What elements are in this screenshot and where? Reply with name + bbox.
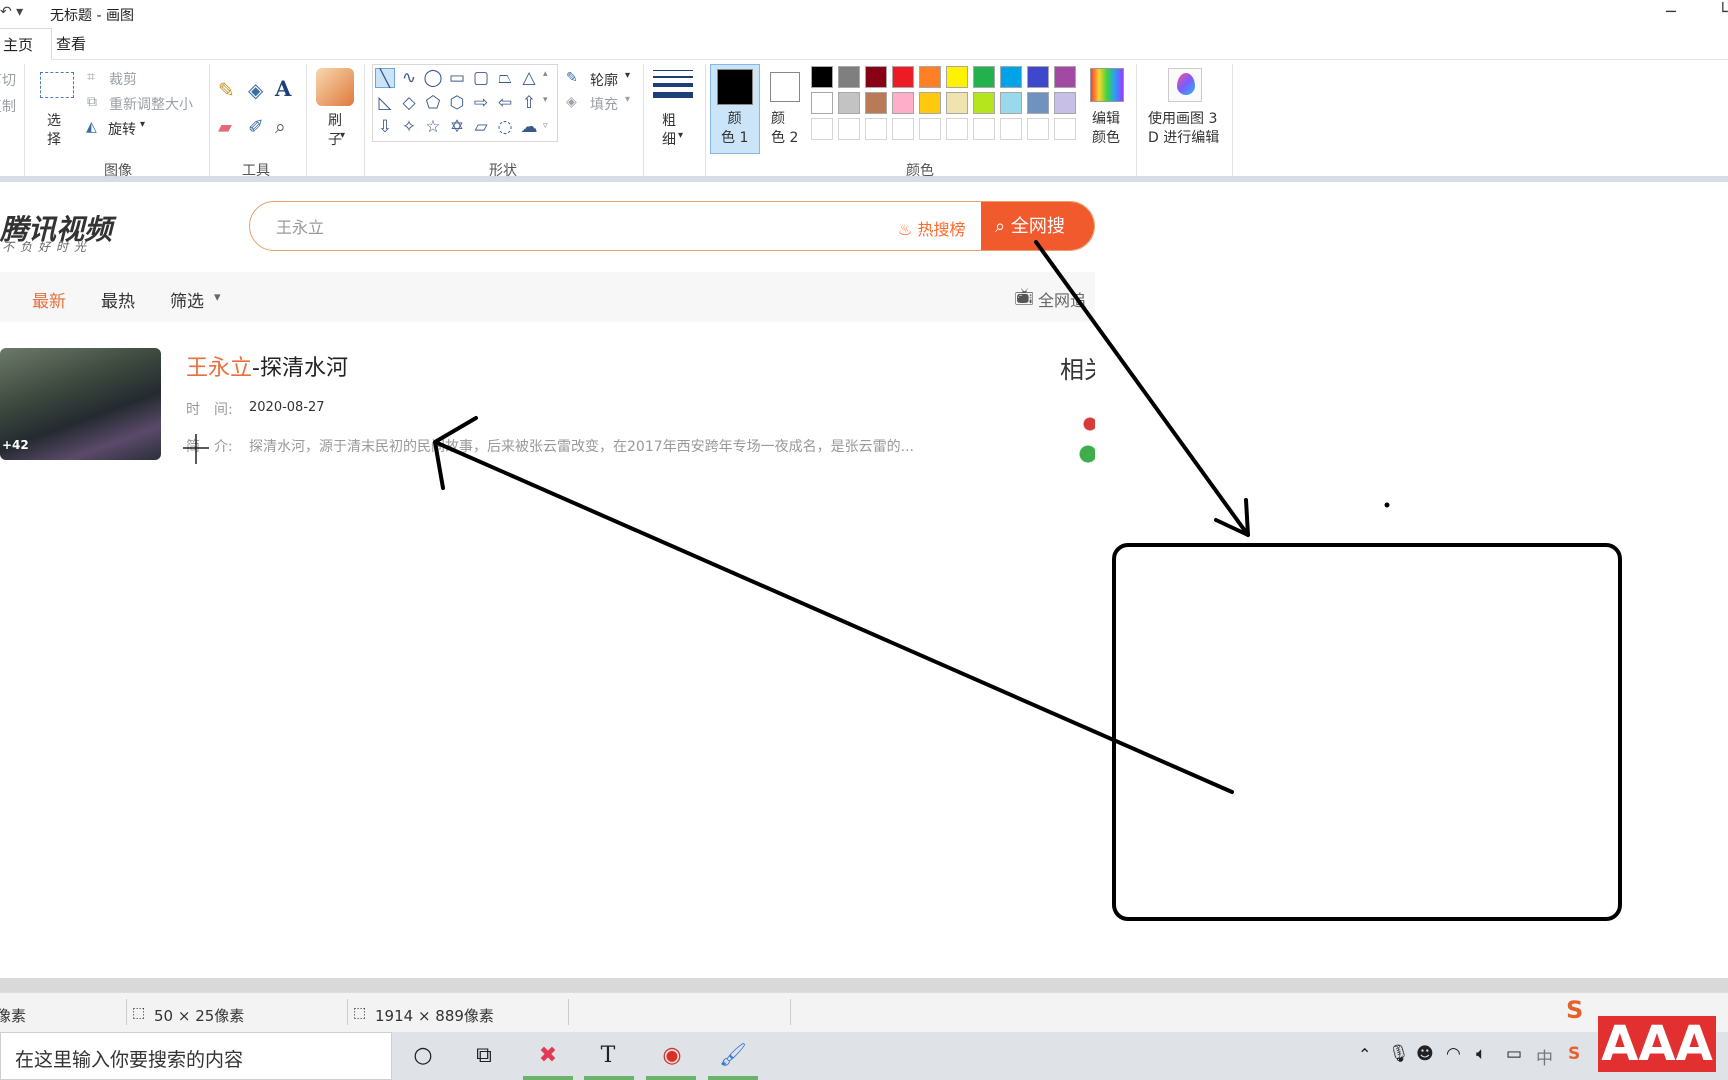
selection-icon: ⬚ [132, 1005, 146, 1021]
app-running-indicator [708, 1076, 758, 1080]
sogou-floating-icon[interactable]: S [1566, 996, 1583, 1024]
separator [568, 999, 569, 1025]
ime-indicator[interactable]: 中 [1536, 1044, 1553, 1069]
taskbar-search[interactable]: 在这里输入你要搜索的内容 [0, 1032, 392, 1080]
canvas-size: 1914 × 889像素 [375, 1007, 494, 1025]
cursor-position: 像素 [0, 1007, 27, 1025]
wifi-icon[interactable]: ◠ [1446, 1044, 1461, 1064]
task-view-icon[interactable]: ⧉ [466, 1040, 502, 1072]
taskbar: 在这里输入你要搜索的内容 ○ ⧉ ✖ T ◉ 🖌︎ ⌃ 🎙︎ ☻ ◠ 🔈︎ ▭ … [0, 1032, 1728, 1080]
arrow-line-down[interactable] [1034, 240, 1250, 537]
separator [347, 999, 348, 1025]
canvas-size-icon: ⬚ [353, 1005, 367, 1021]
drawn-rectangle[interactable] [1112, 543, 1622, 921]
microphone-icon[interactable]: 🎙︎ [1388, 1044, 1410, 1064]
drawing-layer [183, 240, 1622, 921]
chrome-app-icon[interactable]: ◉ [654, 1040, 690, 1072]
volume-icon[interactable]: 🔈︎ [1476, 1044, 1486, 1064]
cortana-icon[interactable]: ○ [405, 1040, 441, 1072]
app-running-indicator [523, 1076, 573, 1080]
paint-app-icon[interactable]: 🖌︎ [715, 1040, 751, 1072]
typora-app-icon[interactable]: T [590, 1040, 626, 1072]
sogou-icon[interactable]: S [1568, 1044, 1580, 1064]
canvas-bottom-area [0, 978, 1728, 992]
separator [790, 999, 791, 1025]
selection-size: 50 × 25像素 [154, 1007, 245, 1025]
status-bar: 像素 ⬚ 50 × 25像素 ⬚ 1914 × 889像素 [0, 992, 1728, 1032]
xmind-app-icon[interactable]: ✖ [530, 1040, 566, 1072]
qq-icon[interactable]: ☻ [1416, 1044, 1434, 1064]
chevron-up-icon[interactable]: ⌃ [1358, 1045, 1371, 1064]
battery-icon[interactable]: ▭ [1506, 1044, 1522, 1064]
aaa-overlay-logo: AAA [1598, 1016, 1716, 1072]
app-running-indicator [584, 1076, 634, 1080]
app-running-indicator [646, 1076, 696, 1080]
separator [126, 999, 127, 1025]
drawn-dot [1384, 502, 1390, 508]
crosshair-cursor-icon [183, 434, 209, 464]
